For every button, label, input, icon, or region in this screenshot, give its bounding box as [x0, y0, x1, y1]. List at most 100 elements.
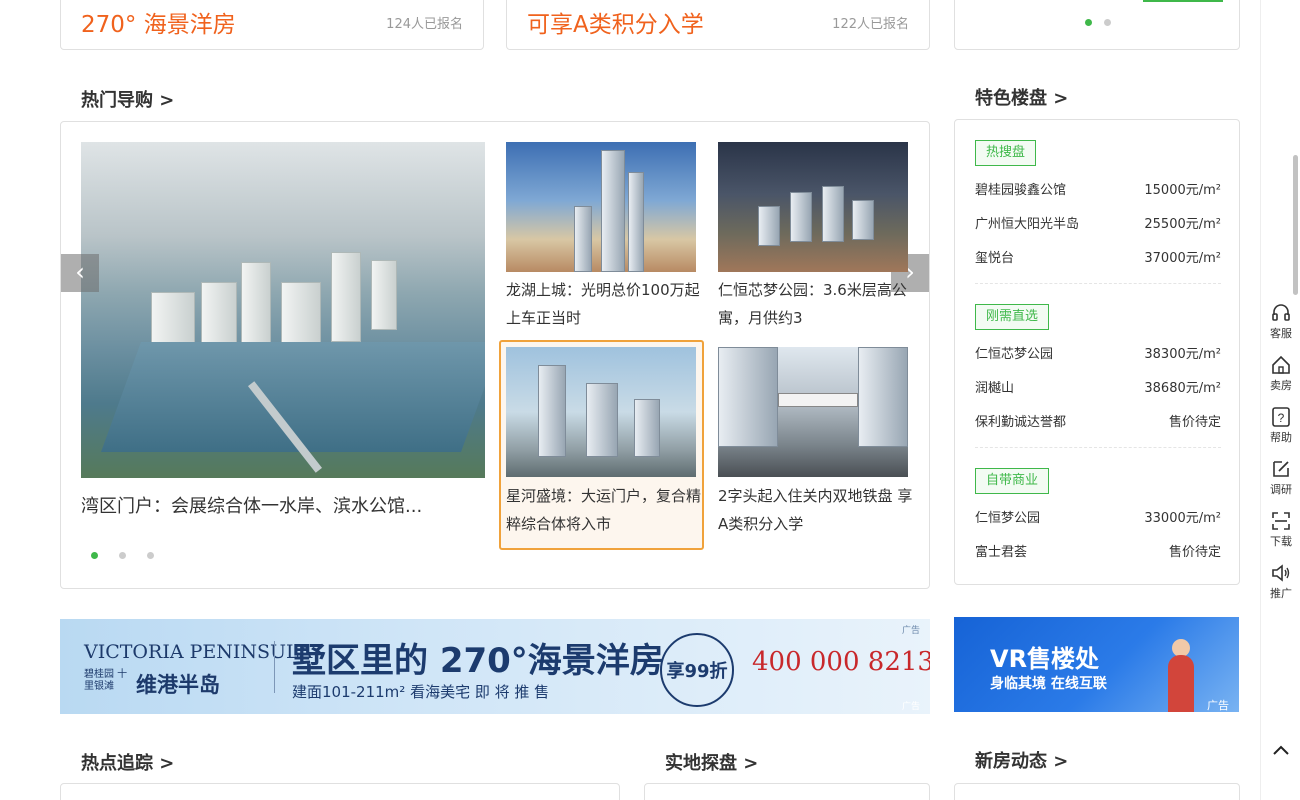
featured-panel: 热搜盘 碧桂园骏鑫公馆 15000元/m² 广州恒大阳光半岛 25500元/m² 玺… — [954, 119, 1240, 585]
section-title-site-visit[interactable]: 实地探盘 > — [665, 749, 758, 775]
chevron-up-icon — [1273, 745, 1289, 755]
signup-count: 122人已报名 — [832, 17, 909, 32]
ad-label: 广告 — [901, 626, 920, 636]
scan-icon — [1272, 512, 1290, 530]
toolbar-label: 客服 — [1270, 327, 1292, 340]
guide-thumb-1[interactable] — [506, 142, 696, 272]
listing-price: 38680元/m² — [1144, 381, 1221, 396]
green-bar — [1143, 0, 1223, 2]
listing-row[interactable]: 保利勤诚达誉都 售价待定 — [975, 413, 1221, 433]
guide-caption-3[interactable]: 星河盛境：大运门户，复合精粹综合体将入市 — [506, 482, 701, 538]
carousel-dot-active[interactable] — [1085, 19, 1092, 26]
carousel-dot[interactable] — [119, 552, 126, 559]
hot-track-panel — [60, 783, 620, 800]
site-visit-panel — [644, 783, 930, 800]
tag-first-home[interactable]: 刚需直选 — [975, 304, 1050, 330]
carousel-dot-active[interactable] — [91, 552, 98, 559]
listing-price: 38300元/m² — [1144, 347, 1221, 362]
main-feature-image[interactable] — [81, 142, 485, 478]
listing-price: 25500元/m² — [1144, 217, 1221, 232]
listing-price: 37000元/m² — [1144, 251, 1221, 266]
banner-brand-cn: 维港半岛 — [136, 673, 220, 697]
toolbar-promote[interactable]: 推广 — [1261, 562, 1300, 601]
headset-icon — [1272, 304, 1290, 321]
toolbar-label: 帮助 — [1270, 431, 1292, 444]
toolbar-label: 卖房 — [1270, 379, 1292, 392]
news-panel — [954, 783, 1240, 800]
ad-label: 广告 — [901, 702, 920, 712]
toolbar-survey[interactable]: 调研 — [1261, 458, 1300, 497]
discount-seal: 享99折 — [660, 633, 734, 707]
toolbar-label: 下载 — [1270, 535, 1292, 548]
promo-card-3[interactable] — [954, 0, 1240, 50]
guide-caption-4[interactable]: 2字头起入住关内双地铁盘 享A类积分入学 — [718, 482, 913, 538]
tag-commercial[interactable]: 自带商业 — [975, 468, 1050, 494]
listing-name: 保利勤诚达誉都 — [975, 415, 1067, 430]
listing-price: 售价待定 — [1168, 545, 1221, 560]
listing-row[interactable]: 玺悦台 37000元/m² — [975, 249, 1221, 269]
listing-name: 润樾山 — [975, 381, 1015, 396]
toolbar-label: 调研 — [1270, 483, 1292, 496]
section-title-featured[interactable]: 特色楼盘 > — [975, 84, 1068, 110]
listing-price: 15000元/m² — [1144, 183, 1221, 198]
banner-brand-small: 碧桂园 十里银滩 — [84, 669, 128, 692]
listing-name: 富士君荟 — [975, 545, 1028, 560]
guide-thumb-2[interactable] — [718, 142, 908, 272]
help-icon: ? — [1272, 407, 1290, 427]
banner-subline: 建面101-211m² 看海美宅 即 将 推 售 — [292, 683, 550, 701]
right-toolbar: 客服 卖房 ? 帮助 调研 下载 推广 — [1260, 0, 1300, 800]
ad-label: 广告 — [1207, 699, 1229, 712]
divider — [975, 447, 1221, 448]
carousel-dot[interactable] — [1104, 19, 1111, 26]
section-title-hot-track[interactable]: 热点追踪 > — [81, 749, 174, 775]
guide-thumb-3[interactable] — [506, 347, 696, 477]
edit-icon — [1273, 461, 1289, 477]
listing-name: 碧桂园骏鑫公馆 — [975, 183, 1067, 198]
promo-headline: 270° 海景洋房 — [81, 12, 236, 38]
hot-guide-panel: ‹ › 湾区门户：会展综合体一水岸、滨水公馆... 龙湖上城：光明总价100万起… — [60, 121, 930, 589]
listing-price: 33000元/m² — [1144, 511, 1221, 526]
toolbar-service[interactable]: 客服 — [1261, 302, 1300, 341]
carousel-prev-button[interactable]: ‹ — [61, 254, 99, 292]
promo-headline: 可享A类积分入学 — [527, 12, 704, 38]
listing-row[interactable]: 广州恒大阳光半岛 25500元/m² — [975, 215, 1221, 235]
home-icon — [1272, 355, 1290, 374]
toolbar-sell[interactable]: 卖房 — [1261, 354, 1300, 393]
section-title-hot-guide[interactable]: 热门导购 > — [81, 86, 174, 112]
listing-row[interactable]: 富士君荟 售价待定 — [975, 543, 1221, 563]
carousel-dot[interactable] — [147, 552, 154, 559]
vr-subline: 身临其境 在线互联 — [990, 676, 1107, 692]
listing-name: 广州恒大阳光半岛 — [975, 217, 1080, 232]
scrollbar-thumb[interactable] — [1293, 155, 1298, 295]
listing-name: 仁恒芯梦公园 — [975, 347, 1054, 362]
toolbar-help[interactable]: ? 帮助 — [1261, 406, 1300, 445]
signup-count: 124人已报名 — [386, 17, 463, 32]
toolbar-label: 推广 — [1270, 587, 1292, 600]
listing-row[interactable]: 仁恒梦公园 33000元/m² — [975, 509, 1221, 529]
ad-banner-victoria[interactable]: VICTORIA PENINSULA 碧桂园 十里银滩 维港半岛 墅区里的 27… — [60, 619, 930, 714]
back-to-top-button[interactable] — [1261, 740, 1300, 762]
svg-text:?: ? — [1278, 411, 1285, 425]
guide-caption-1[interactable]: 龙湖上城：光明总价100万起 上车正当时 — [506, 276, 701, 332]
guide-caption-2[interactable]: 仁恒芯梦公园：3.6米层高公寓，月供约3 — [718, 276, 913, 332]
divider — [975, 283, 1221, 284]
speaker-icon — [1272, 564, 1290, 582]
banner-headline: 墅区里的 270°海景洋房 — [292, 641, 664, 681]
tag-hot-search[interactable]: 热搜盘 — [975, 140, 1037, 166]
promo-card-2[interactable]: 可享A类积分入学 122人已报名 — [506, 0, 930, 50]
listing-row[interactable]: 仁恒芯梦公园 38300元/m² — [975, 345, 1221, 365]
banner-brand: VICTORIA PENINSULA — [84, 641, 313, 663]
listing-row[interactable]: 碧桂园骏鑫公馆 15000元/m² — [975, 181, 1221, 201]
divider — [274, 641, 275, 693]
section-title-new-home-news[interactable]: 新房动态 > — [975, 747, 1068, 773]
listing-name: 仁恒梦公园 — [975, 511, 1041, 526]
listing-price: 售价待定 — [1168, 415, 1221, 430]
listing-row[interactable]: 润樾山 38680元/m² — [975, 379, 1221, 399]
listing-name: 玺悦台 — [975, 251, 1015, 266]
vr-sales-banner[interactable]: VR售楼处 身临其境 在线互联 广告 — [954, 617, 1239, 712]
toolbar-download[interactable]: 下载 — [1261, 510, 1300, 549]
guide-thumb-4[interactable] — [718, 347, 908, 477]
promo-card-1[interactable]: 270° 海景洋房 124人已报名 — [60, 0, 484, 50]
person-illustration — [1168, 655, 1194, 712]
main-feature-caption[interactable]: 湾区门户：会展综合体一水岸、滨水公馆... — [81, 492, 422, 518]
